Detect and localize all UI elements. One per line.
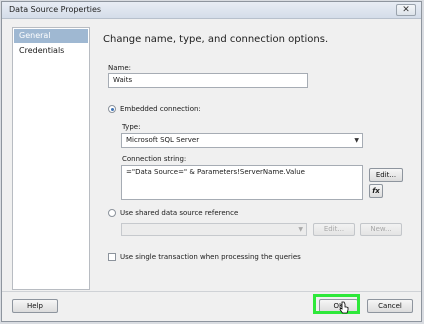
single-transaction-checkbox[interactable] [108,253,116,261]
page-heading: Change name, type, and connection option… [103,34,329,45]
title-bar: Data Source Properties ✕ [2,2,421,19]
data-source-properties-dialog: Data Source Properties ✕ General Credent… [1,1,422,322]
fx-icon: fx [372,187,380,195]
single-transaction-label: Use single transaction when processing t… [120,253,301,261]
footer-divider [2,291,421,292]
name-input[interactable]: Waits [108,73,308,88]
shared-new-button[interactable]: New... [360,223,402,236]
close-icon: ✕ [402,5,410,15]
sidebar: General Credentials [12,27,90,290]
name-label: Name: [108,64,132,72]
fx-expression-button[interactable]: fx [369,184,383,198]
sidebar-item-credentials[interactable]: Credentials [14,44,88,58]
window-title: Data Source Properties [9,5,102,14]
chevron-down-icon: ▼ [298,226,303,233]
connection-string-label: Connection string: [122,155,187,163]
shared-data-source-select[interactable]: ▼ [121,223,307,236]
shared-data-source-label: Use shared data source reference [120,209,239,217]
ok-highlight-box [313,294,360,314]
type-label: Type: [122,123,141,131]
chevron-down-icon: ▼ [354,137,359,144]
embedded-connection-radio[interactable] [108,105,116,113]
hand-cursor-icon [339,301,349,314]
type-select-value: Microsoft SQL Server [126,136,200,144]
embedded-connection-label: Embedded connection: [120,105,201,113]
sidebar-item-general[interactable]: General [14,29,88,43]
close-button[interactable]: ✕ [396,4,416,16]
shared-data-source-radio[interactable] [108,209,116,217]
connection-edit-button[interactable]: Edit... [369,168,403,182]
help-button[interactable]: Help [12,299,58,313]
connection-string-input[interactable]: ="Data Source=" & Parameters!ServerName.… [121,165,363,200]
shared-edit-button[interactable]: Edit... [313,223,355,236]
type-select[interactable]: Microsoft SQL Server ▼ [121,133,363,148]
cancel-button[interactable]: Cancel [367,299,413,313]
